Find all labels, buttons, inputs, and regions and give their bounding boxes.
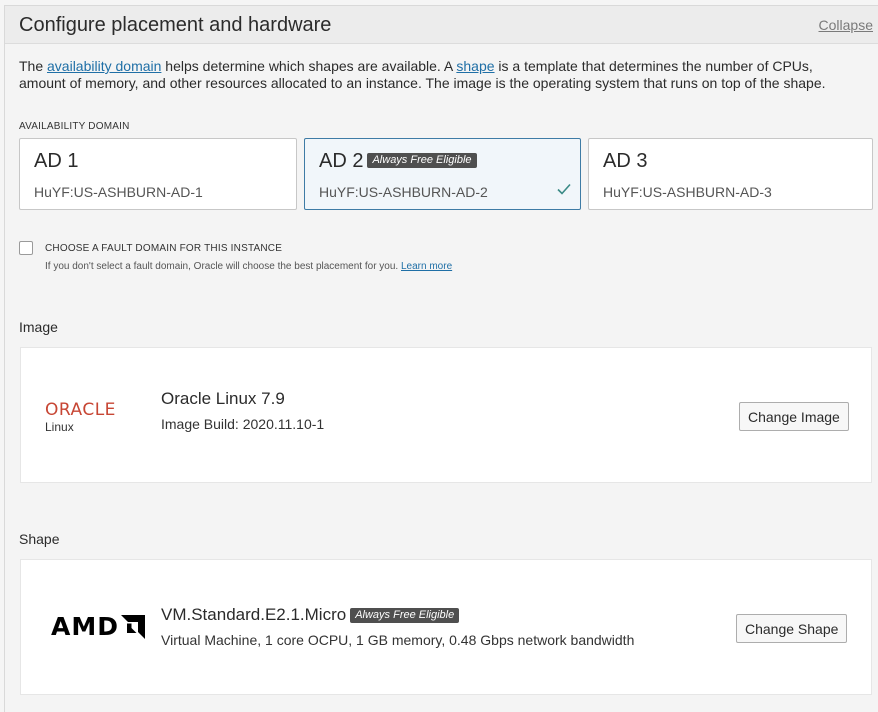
ad-card-2[interactable]: AD 2 Always Free Eligible HuYF:US-ASHBURN… bbox=[304, 138, 581, 210]
ad-id: HuYF:US-ASHBURN-AD-3 bbox=[603, 184, 772, 200]
panel-header: Configure placement and hardware Collaps… bbox=[5, 6, 878, 44]
shape-name: VM.Standard.E2.1.Micro bbox=[161, 605, 347, 624]
shape-section-title: Shape bbox=[19, 531, 60, 547]
image-box: ORACLE Linux Oracle Linux 7.9 Image Buil… bbox=[20, 347, 872, 483]
configure-placement-panel: Configure placement and hardware Collaps… bbox=[4, 5, 878, 712]
always-free-badge: Always Free Eligible bbox=[350, 608, 460, 623]
change-image-button[interactable]: Change Image bbox=[739, 402, 849, 431]
intro-part-1: The bbox=[19, 58, 48, 74]
image-build: Image Build: 2020.11.10-1 bbox=[161, 416, 325, 432]
always-free-badge: Always Free Eligible bbox=[367, 153, 477, 168]
ad-card-1[interactable]: AD 1 HuYF:US-ASHBURN-AD-1 bbox=[19, 138, 297, 210]
fault-domain-help-text: If you don't select a fault domain, Orac… bbox=[45, 261, 401, 272]
amd-arrow-icon bbox=[120, 614, 145, 639]
image-section-title: Image bbox=[19, 319, 58, 335]
availability-domain-link[interactable]: availability domain bbox=[47, 58, 161, 74]
shape-box: AMD VM.Standard.E2.1.Micro Always Free El… bbox=[20, 559, 872, 695]
fault-domain-checkbox[interactable] bbox=[19, 241, 33, 255]
ad-name: AD 2 bbox=[319, 150, 364, 172]
ad-name: AD 1 bbox=[34, 150, 79, 172]
shape-description: Virtual Machine, 1 core OCPU, 1 GB memor… bbox=[161, 632, 635, 648]
oracle-logo-sub: Linux bbox=[45, 420, 74, 434]
amd-logo: AMD bbox=[51, 612, 145, 641]
intro-text: The availability domain helps determine … bbox=[19, 58, 859, 92]
check-icon bbox=[557, 183, 571, 195]
ad-card-3[interactable]: AD 3 HuYF:US-ASHBURN-AD-3 bbox=[588, 138, 873, 210]
intro-part-2: helps determine which shapes are availab… bbox=[161, 58, 457, 74]
ad-name-row: AD 2 Always Free Eligible bbox=[319, 150, 477, 173]
ad-name: AD 3 bbox=[603, 150, 648, 172]
panel-title: Configure placement and hardware bbox=[19, 14, 332, 36]
fault-domain-label: CHOOSE A FAULT DOMAIN FOR THIS INSTANCE bbox=[45, 243, 283, 254]
image-name: Oracle Linux 7.9 bbox=[161, 389, 285, 408]
learn-more-link[interactable]: Learn more bbox=[401, 261, 452, 272]
ad-id: HuYF:US-ASHBURN-AD-1 bbox=[34, 184, 203, 200]
fault-domain-help: If you don't select a fault domain, Orac… bbox=[45, 261, 452, 272]
amd-logo-text: AMD bbox=[51, 612, 119, 641]
availability-domain-label: AVAILABILITY DOMAIN bbox=[19, 121, 130, 132]
shape-link[interactable]: shape bbox=[456, 58, 494, 74]
oracle-linux-logo: ORACLE Linux bbox=[45, 400, 116, 434]
oracle-logo-text: ORACLE bbox=[45, 400, 116, 420]
collapse-link[interactable]: Collapse bbox=[819, 17, 873, 33]
ad-id: HuYF:US-ASHBURN-AD-2 bbox=[319, 184, 488, 200]
shape-title-row: VM.Standard.E2.1.Micro Always Free Eligib… bbox=[161, 605, 460, 625]
change-shape-button[interactable]: Change Shape bbox=[736, 614, 848, 643]
